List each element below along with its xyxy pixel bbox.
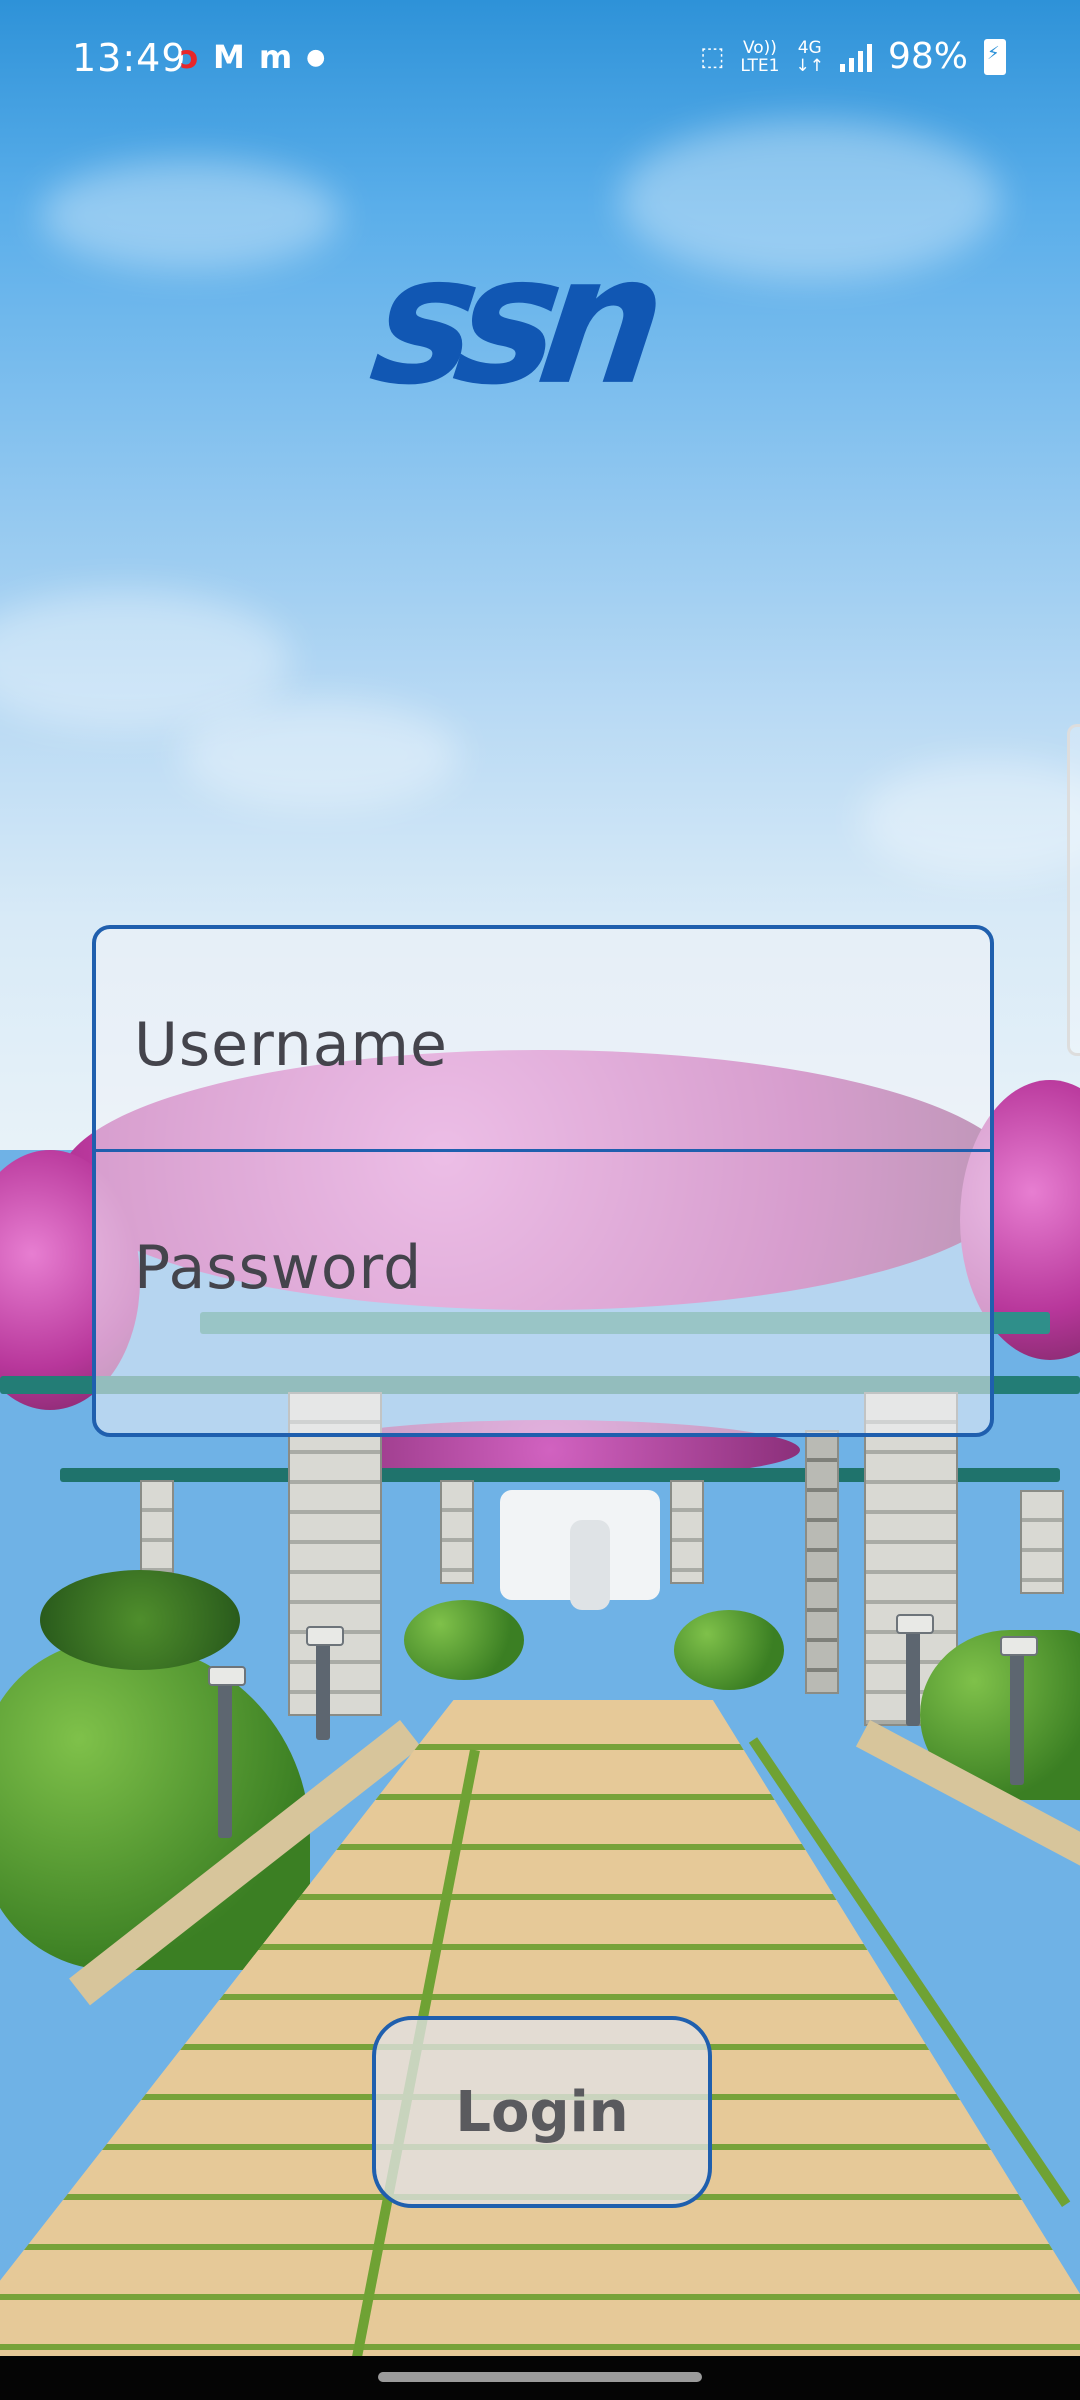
login-button-label: Login bbox=[455, 2079, 629, 2145]
volte-indicator: Vo)) LTE1 bbox=[740, 37, 780, 76]
signal-icon bbox=[839, 42, 872, 72]
notification-icons: ↄ M m ● bbox=[180, 38, 325, 76]
login-button[interactable]: Login bbox=[372, 2016, 712, 2208]
navigation-bar bbox=[0, 2356, 1080, 2400]
ssn-logo: ssn bbox=[361, 217, 661, 425]
network-type: 4G ↓↑ bbox=[795, 37, 824, 76]
login-form bbox=[92, 925, 994, 1437]
status-bar: 13:49 ↄ M m ● ⬚ Vo)) LTE1 4G ↓↑ 98% bbox=[0, 0, 1080, 120]
myntra-icon: M bbox=[212, 38, 245, 76]
home-gesture-handle[interactable] bbox=[378, 2372, 702, 2382]
password-input[interactable] bbox=[132, 1222, 956, 1314]
status-time: 13:49 bbox=[72, 36, 187, 80]
battery-charging-icon bbox=[984, 38, 1006, 75]
battery-percent: 98% bbox=[887, 36, 968, 77]
edge-panel-handle[interactable] bbox=[1067, 724, 1080, 1056]
data-saver-icon: ⬚ bbox=[699, 41, 725, 72]
dot-icon: ● bbox=[306, 44, 326, 70]
airtel-icon: ↄ bbox=[180, 38, 199, 76]
password-field bbox=[96, 1152, 990, 1372]
username-field bbox=[96, 929, 990, 1152]
username-input[interactable] bbox=[132, 999, 956, 1091]
meesho-icon: m bbox=[258, 38, 293, 76]
